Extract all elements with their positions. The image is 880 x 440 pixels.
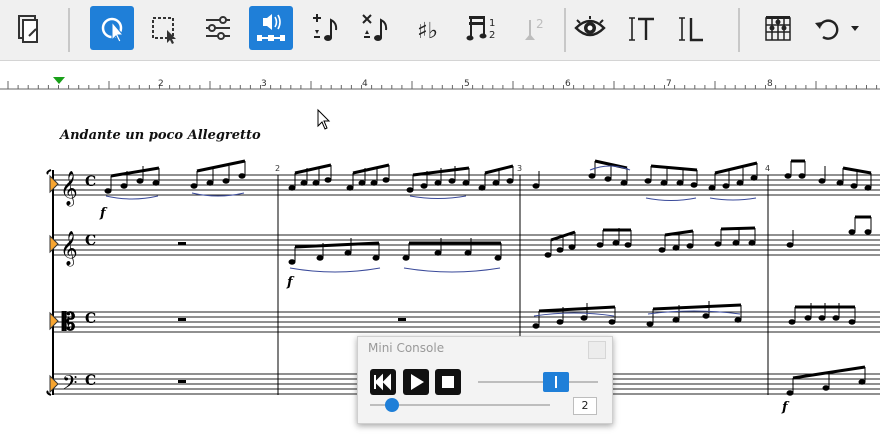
part-marker-icon bbox=[49, 174, 59, 194]
stop-button[interactable] bbox=[435, 369, 461, 395]
measure-number: 4 bbox=[765, 164, 771, 173]
bass-clef-icon: 𝄢 bbox=[62, 371, 77, 399]
svg-text:1: 1 bbox=[489, 18, 495, 29]
part-marker-icon bbox=[49, 311, 59, 331]
time-signature: C bbox=[85, 311, 97, 327]
text-insert-icon[interactable] bbox=[620, 6, 664, 50]
ruler-label: 3 bbox=[261, 79, 267, 89]
document-properties-icon[interactable] bbox=[6, 6, 50, 50]
add-note-above-icon[interactable] bbox=[304, 6, 348, 50]
svg-text:2: 2 bbox=[536, 17, 544, 31]
dynamic-marking[interactable]: f bbox=[287, 275, 293, 290]
chord-diagram-icon[interactable] bbox=[756, 6, 800, 50]
treble-clef-icon: 𝄞 bbox=[60, 171, 78, 207]
region-select-icon[interactable] bbox=[142, 6, 186, 50]
toolbar-separator bbox=[564, 8, 566, 52]
dropdown-arrow-icon[interactable] bbox=[846, 6, 864, 50]
svg-text:♯♭: ♯♭ bbox=[417, 19, 438, 44]
time-signature: C bbox=[85, 233, 97, 249]
playback-panel-icon[interactable] bbox=[249, 6, 293, 50]
view-icon[interactable] bbox=[568, 6, 612, 50]
ruler-label: 2 bbox=[158, 79, 164, 89]
delete-note-icon[interactable] bbox=[354, 6, 398, 50]
main-toolbar: ♯♭ 1 2 2 bbox=[0, 0, 880, 61]
ruler-label: 8 bbox=[767, 79, 773, 89]
mouse-pointer-icon bbox=[317, 108, 331, 130]
mini-console-panel[interactable]: Mini Console 2 bbox=[357, 336, 613, 424]
ruler-indent-marker-icon bbox=[53, 77, 65, 84]
select-cursor-icon[interactable] bbox=[90, 6, 134, 50]
toolbar-separator bbox=[738, 8, 740, 52]
part-marker-icon bbox=[49, 374, 59, 394]
speed-value-field[interactable]: 2 bbox=[573, 397, 597, 415]
close-button[interactable] bbox=[588, 341, 606, 359]
measure-number: 3 bbox=[517, 164, 523, 173]
ruler-label: 4 bbox=[362, 79, 368, 89]
ruler-label: 6 bbox=[565, 79, 571, 89]
dynamic-marking[interactable]: f bbox=[100, 206, 106, 221]
rewind-button[interactable] bbox=[370, 369, 396, 395]
dynamic-marking[interactable]: f bbox=[782, 400, 788, 415]
speed-slider-thumb[interactable] bbox=[384, 398, 399, 412]
tempo-marking[interactable]: Andante un poco Allegretto bbox=[60, 128, 261, 143]
mixer-icon[interactable] bbox=[196, 6, 240, 50]
play-button[interactable] bbox=[403, 369, 429, 395]
measure-number: 2 bbox=[275, 164, 281, 173]
mini-console-title: Mini Console bbox=[368, 341, 445, 355]
volume-slider-thumb[interactable] bbox=[543, 372, 569, 392]
time-signature: C bbox=[85, 174, 97, 190]
ruler-label: 7 bbox=[666, 79, 672, 89]
tuplet-icon[interactable]: 1 2 bbox=[460, 6, 504, 50]
alto-clef-icon: 𝄡 bbox=[61, 308, 75, 336]
undo-icon[interactable] bbox=[806, 6, 850, 50]
accidentals-icon[interactable]: ♯♭ bbox=[408, 6, 452, 50]
ruler-label: 5 bbox=[464, 79, 470, 89]
svg-text:2: 2 bbox=[489, 30, 495, 41]
treble-clef-icon: 𝄞 bbox=[60, 231, 78, 267]
lyrics-insert-icon[interactable] bbox=[670, 6, 714, 50]
time-signature: C bbox=[85, 373, 97, 389]
ruler[interactable]: 2 3 4 5 6 7 8 bbox=[0, 75, 880, 95]
voice-2-icon: 2 bbox=[512, 6, 556, 50]
toolbar-separator bbox=[68, 8, 70, 52]
part-marker-icon bbox=[49, 234, 59, 254]
